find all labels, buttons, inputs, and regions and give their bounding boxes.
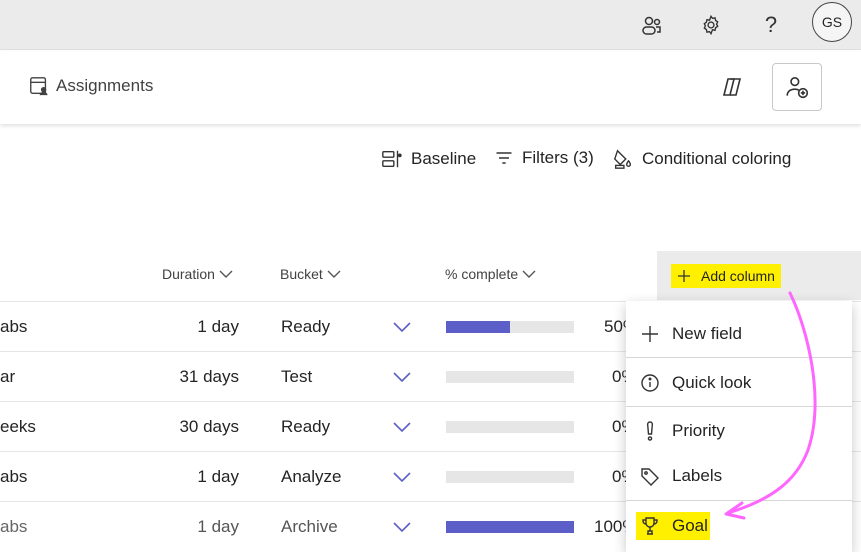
task-name: ar [0,367,16,386]
add-member-button[interactable] [772,63,822,111]
duration-cell: 1 day [197,317,239,336]
conditional-coloring-label: Conditional coloring [642,149,792,168]
bucket-header-label: Bucket [280,266,323,282]
add-person-icon [786,76,809,99]
percent-header-label: % complete [445,266,519,282]
progress-bar [446,521,574,533]
menu-item-quick-look[interactable]: Quick look [626,366,852,400]
gear-icon[interactable] [691,5,731,45]
avatar[interactable]: GS [812,2,852,42]
plus-icon [642,326,658,342]
chevron-down-icon [522,270,536,278]
chevron-down-icon[interactable] [392,502,412,552]
menu-divider [626,357,852,358]
percent-complete-column-header[interactable]: % complete [445,266,536,282]
chevron-down-icon[interactable] [392,402,412,452]
trophy-icon [642,517,658,535]
paint-bucket-icon [613,149,632,169]
add-column-button[interactable]: Add column [671,264,781,288]
chevron-down-icon[interactable] [392,302,412,352]
chevron-down-icon [327,270,341,278]
goal-label: Goal [672,516,708,535]
quick-look-label: Quick look [672,373,752,392]
task-name: abs [0,517,28,536]
assignments-icon [30,77,48,96]
top-bar: ? GS [0,0,861,50]
bucket-column-header[interactable]: Bucket [280,266,341,282]
progress-fill [446,321,510,333]
chevron-down-icon [219,270,233,278]
menu-item-goal[interactable]: Goal [626,509,852,543]
priority-icon [646,421,654,441]
baseline-label: Baseline [411,149,477,168]
duration-cell: 31 days [179,367,239,386]
baseline-icon [382,150,402,168]
progress-bar [446,471,574,483]
filters-label: Filters (3) [522,148,594,167]
baseline-button[interactable]: Baseline [381,148,476,170]
page-header: Assignments [0,51,861,124]
menu-divider [626,500,852,501]
task-name: abs [0,467,28,486]
conditional-coloring-button[interactable]: Conditional coloring [612,148,791,170]
add-column-label: Add column [701,268,775,284]
filters-button[interactable]: Filters (3) [494,148,594,168]
progress-bar [446,371,574,383]
progress-bar [446,421,574,433]
task-name: eeks [0,417,36,436]
menu-divider [626,406,852,407]
chevron-down-icon[interactable] [392,352,412,402]
tag-icon [641,468,659,486]
progress-fill [446,521,574,533]
bucket-cell[interactable]: Analyze [281,452,341,502]
priority-label: Priority [672,421,725,440]
chevron-down-icon[interactable] [392,452,412,502]
menu-item-labels[interactable]: Labels [626,459,852,493]
bucket-cell[interactable]: Ready [281,302,330,352]
menu-item-new-field[interactable]: New field [626,317,852,351]
assignments-tab[interactable]: Assignments [28,75,153,97]
new-field-label: New field [672,324,742,343]
task-name: abs [0,317,28,336]
view-toolbar: Baseline Filters (3) Conditional colorin… [0,148,861,174]
bucket-cell[interactable]: Archive [281,502,338,552]
copilot-icon[interactable] [718,73,746,101]
bucket-cell[interactable]: Test [281,352,312,402]
bucket-cell[interactable]: Ready [281,402,330,452]
duration-cell: 30 days [179,417,239,436]
people-icon[interactable] [632,5,672,45]
duration-header-label: Duration [162,266,215,282]
info-icon [641,374,659,392]
duration-column-header[interactable]: Duration [162,266,233,282]
assignments-label: Assignments [56,76,154,95]
duration-cell: 1 day [197,517,239,536]
plus-icon [678,270,690,282]
help-icon[interactable]: ? [751,5,791,45]
duration-cell: 1 day [197,467,239,486]
labels-label: Labels [672,466,723,485]
progress-bar [446,321,574,333]
menu-item-priority[interactable]: Priority [626,414,852,448]
filter-icon [496,152,512,164]
